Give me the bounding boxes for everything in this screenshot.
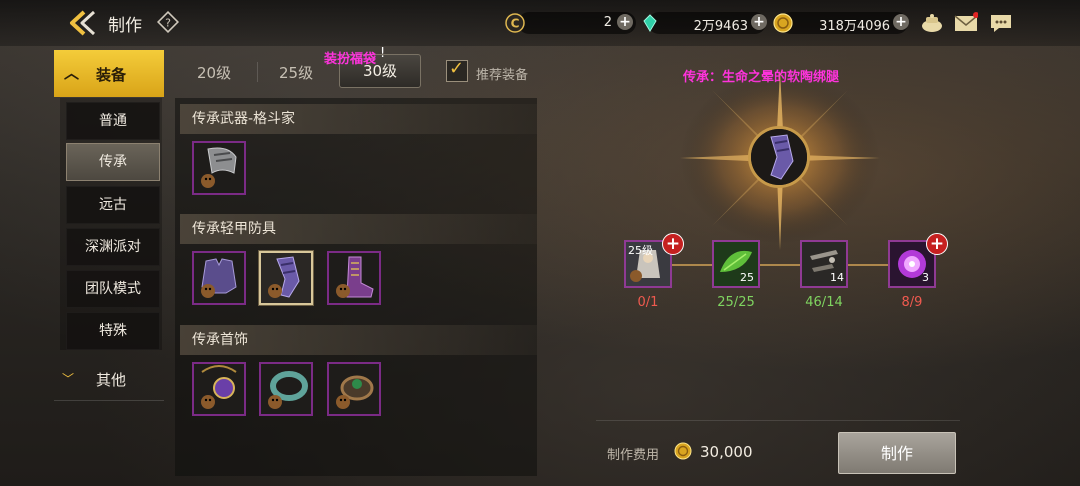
divider: [54, 400, 164, 401]
material-badge-3: 14: [830, 271, 844, 284]
cost-label: 制作费用: [607, 448, 660, 463]
divider: [257, 62, 258, 82]
gauntlet-icon: [194, 143, 244, 193]
category-other[interactable]: ﹀ 其他: [58, 364, 162, 394]
page-title: 制作: [108, 16, 142, 36]
bracelet-icon: [261, 364, 311, 414]
material-badge-2: 25: [740, 271, 754, 284]
section-header-light-armor: 传承轻甲防具: [180, 214, 537, 244]
material-badge-4: 3: [922, 271, 929, 284]
item-slot-accessory-2[interactable]: [259, 362, 313, 416]
target-item-slot[interactable]: [748, 126, 810, 188]
armor-chest-icon: [194, 253, 244, 303]
tab-level-20[interactable]: 20级: [197, 62, 231, 83]
gold-coin-icon: [674, 442, 692, 460]
tab-level-25[interactable]: 25级: [279, 62, 313, 83]
divider: [596, 420, 960, 421]
help-icon[interactable]: ?: [157, 11, 179, 33]
sub-category-ancient[interactable]: 远古: [66, 186, 160, 224]
item-slot-accessory-1[interactable]: [192, 362, 246, 416]
add-currency-3-button[interactable]: +: [893, 14, 909, 30]
currency-value-3: 318万4096: [819, 19, 890, 34]
annotation-text: 装扮福袋: [324, 52, 377, 67]
material-badge-1: 25级: [628, 244, 653, 257]
ring-icon: [329, 364, 379, 414]
back-arrow-icon[interactable]: [66, 8, 98, 38]
section-header-weapon: 传承武器-格斗家: [180, 104, 537, 134]
currency-value-1: 2: [603, 15, 612, 30]
material-count-1: 0/1: [637, 295, 659, 310]
add-material-4-button[interactable]: +: [926, 233, 948, 255]
category-other-label: 其他: [96, 371, 127, 389]
checkmark-icon: ✓: [449, 58, 465, 79]
treasure-pot-icon[interactable]: [920, 12, 944, 34]
svg-text:C: C: [511, 17, 520, 31]
sub-category-special[interactable]: 特殊: [66, 312, 160, 350]
boots-icon: [329, 253, 379, 303]
section-header-accessory: 传承首饰: [180, 325, 537, 355]
item-slot-armor-1[interactable]: [192, 251, 246, 305]
material-count-4: 8/9: [901, 295, 923, 310]
category-equipment-label: 装备: [96, 66, 127, 84]
item-slot-armor-3[interactable]: [327, 251, 381, 305]
material-count-3: 46/14: [805, 295, 843, 310]
sub-category-normal[interactable]: 普通: [66, 102, 160, 140]
chevron-down-icon: ﹀: [62, 372, 75, 386]
currency-value-2: 2万9463: [693, 19, 748, 34]
add-currency-2-button[interactable]: +: [751, 14, 767, 30]
material-connector-line: [660, 264, 915, 266]
add-currency-1-button[interactable]: +: [617, 14, 633, 30]
crystal-icon: [643, 14, 657, 32]
cost-value: 30,000: [700, 443, 753, 461]
material-count-2: 25/25: [717, 295, 755, 310]
item-slot-accessory-3[interactable]: [327, 362, 381, 416]
chat-icon[interactable]: [989, 12, 1013, 34]
chevron-up-icon: ︿: [64, 64, 80, 82]
leg-armor-icon: [261, 253, 311, 303]
leg-armor-icon: [751, 129, 807, 185]
add-material-1-button[interactable]: +: [662, 233, 684, 255]
gold-coin-icon: [773, 13, 793, 33]
item-slot-armor-2[interactable]: [259, 251, 313, 305]
recommend-label: 推荐装备: [476, 68, 529, 83]
make-button[interactable]: 制作: [838, 432, 956, 474]
sub-category-inherit[interactable]: 传承: [66, 143, 160, 181]
annotation-cursor: !: [380, 46, 386, 61]
coin-c-icon: C: [505, 13, 525, 33]
sub-category-abyss-party[interactable]: 深渊派对: [66, 228, 160, 266]
sub-category-raid-mode[interactable]: 团队模式: [66, 270, 160, 308]
necklace-icon: [194, 364, 244, 414]
item-slot-weapon[interactable]: [192, 141, 246, 195]
mail-icon[interactable]: [954, 12, 978, 34]
svg-text:?: ?: [165, 17, 171, 30]
category-equipment[interactable]: ︿ 装备: [54, 50, 164, 97]
